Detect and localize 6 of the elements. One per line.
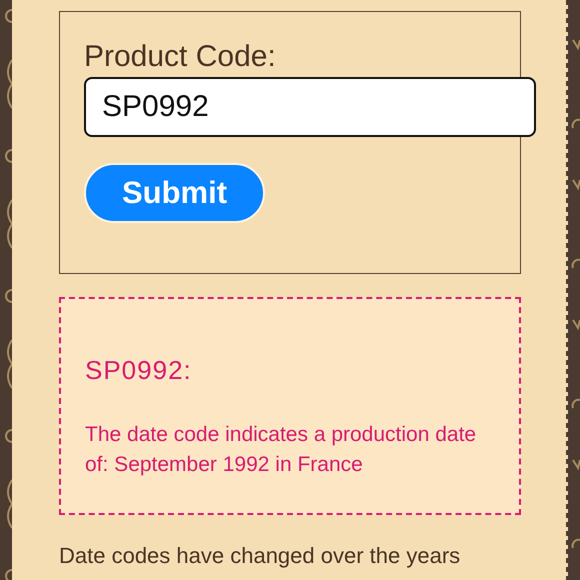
result-message: The date code indicates a production date of: September 1992 in France (85, 422, 478, 478)
field-label: Product Code: (84, 39, 277, 75)
product-code-field[interactable]: SP0992 (84, 77, 536, 137)
info-text: Date codes have changed over the years (59, 542, 462, 570)
result-code: SP0992: (85, 354, 193, 387)
submit-button[interactable]: Submit (84, 163, 265, 223)
